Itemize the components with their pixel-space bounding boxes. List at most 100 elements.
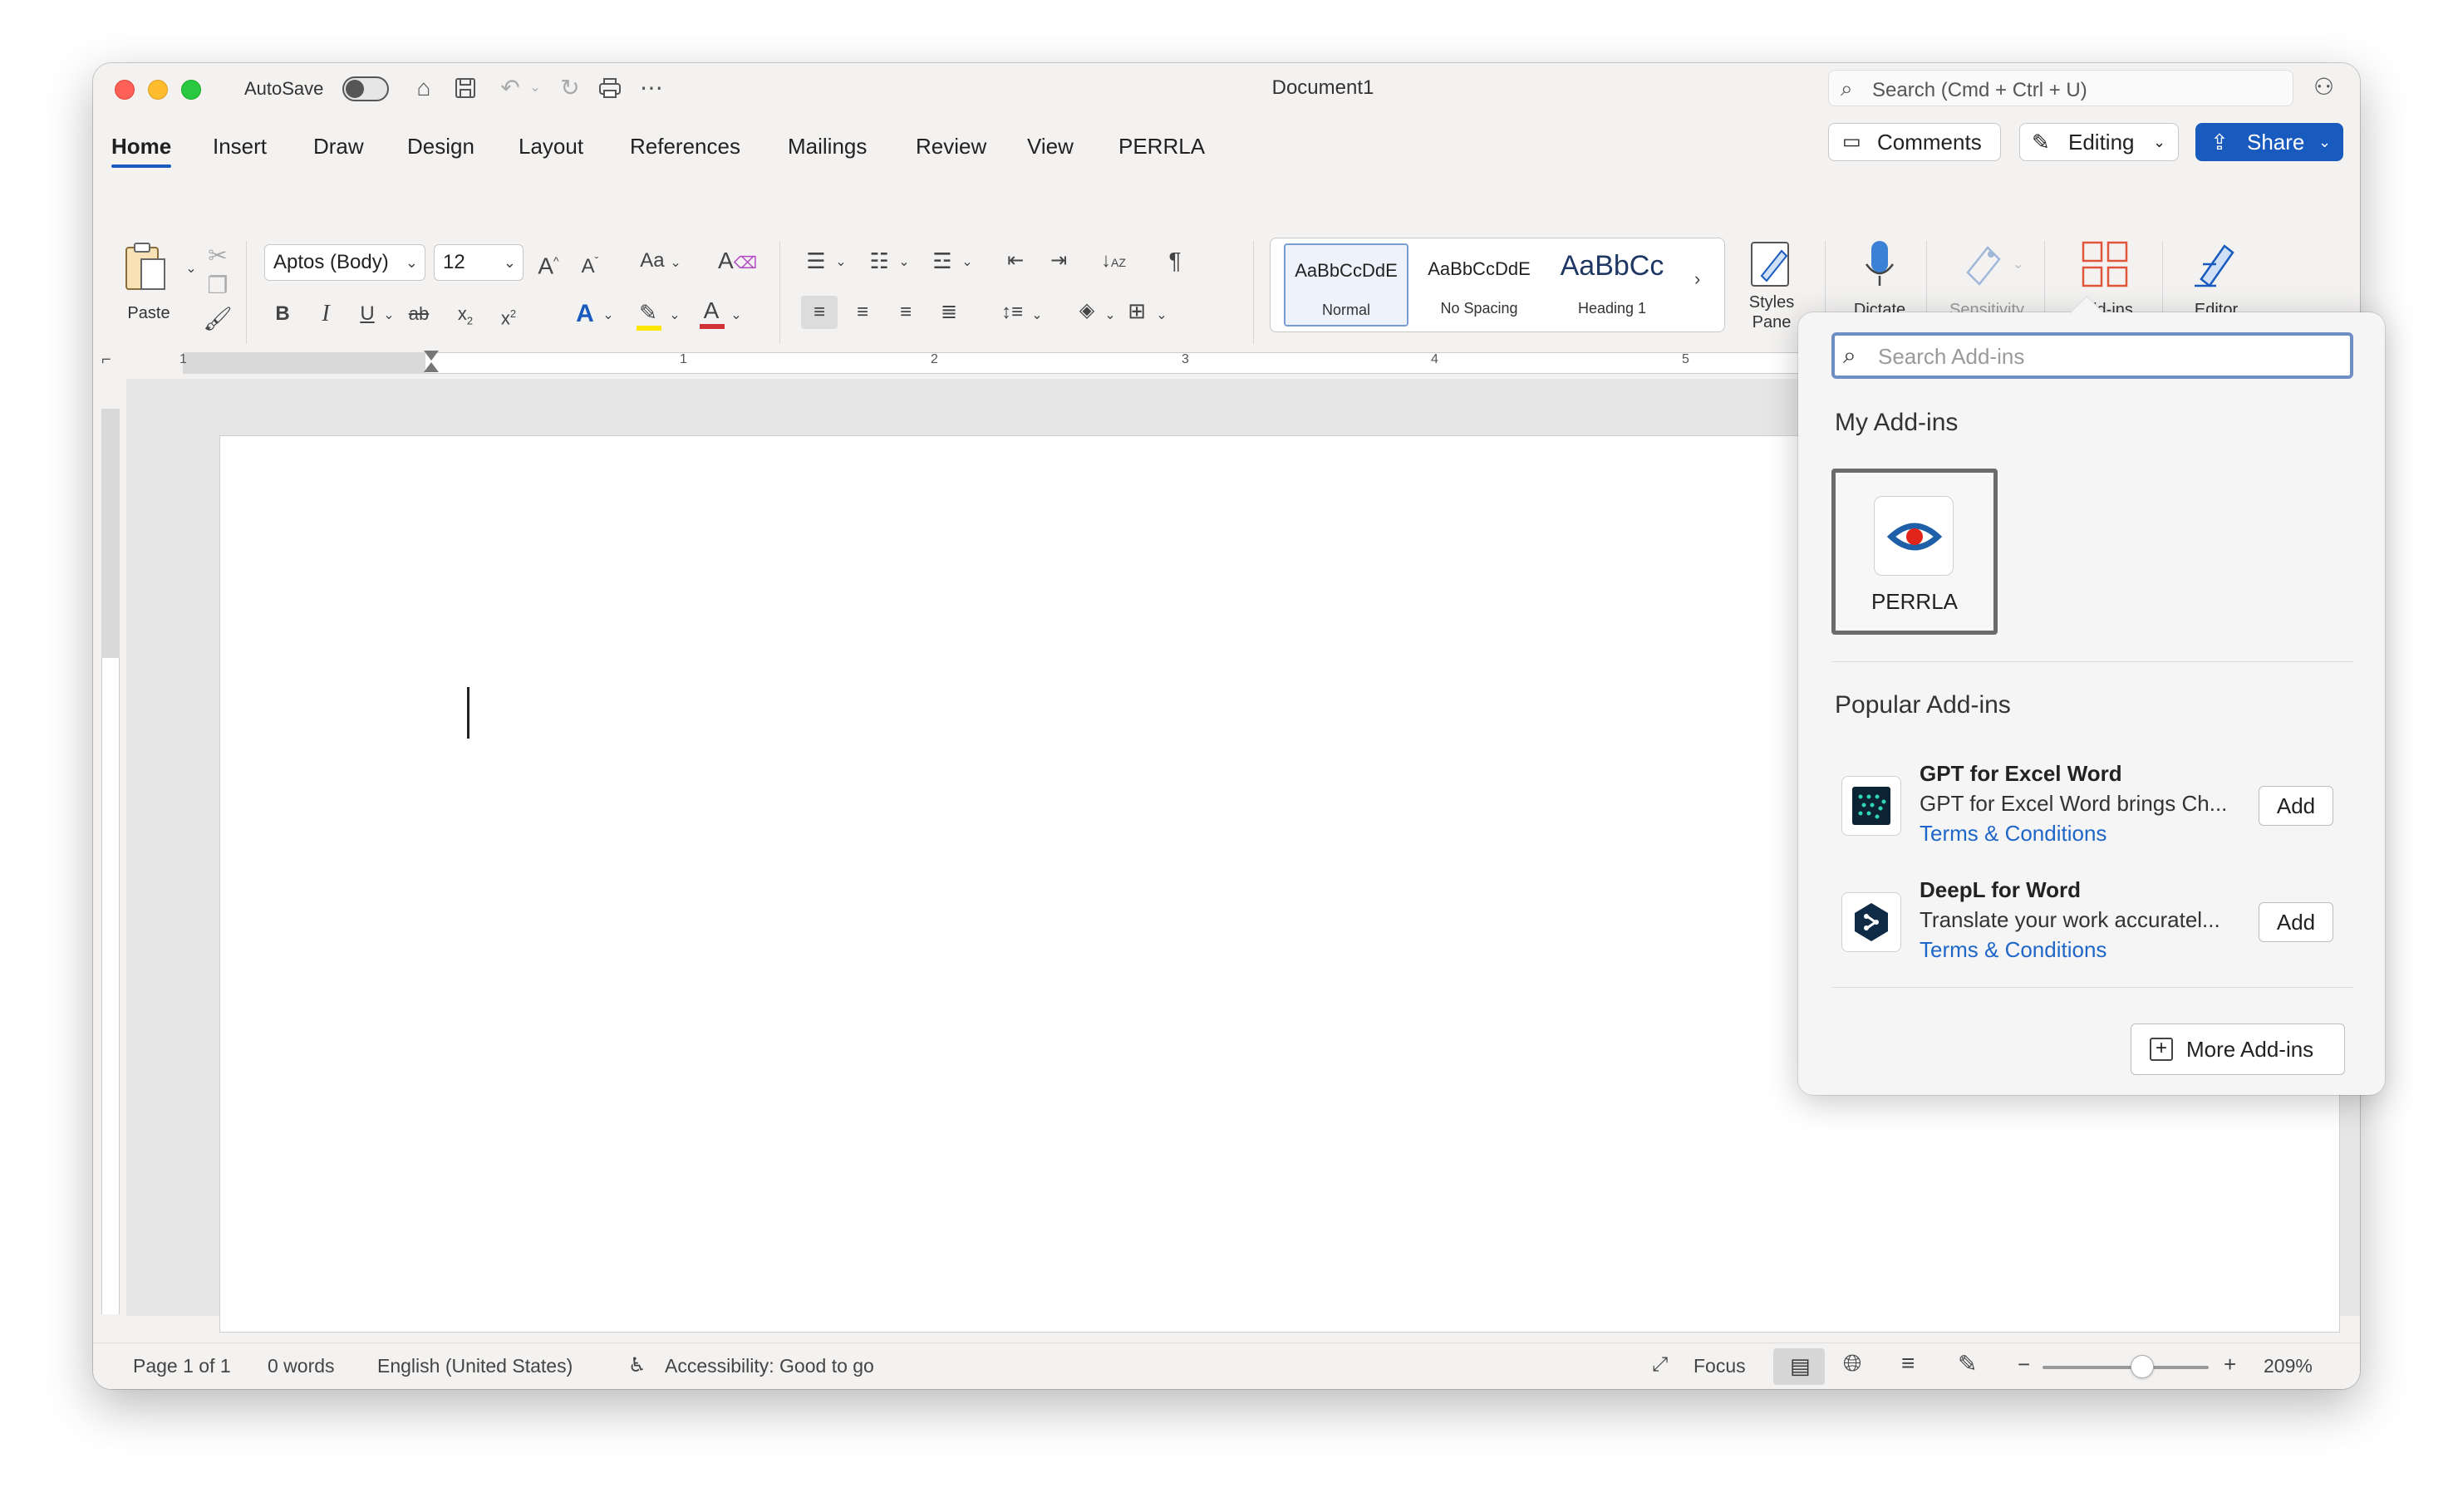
hanging-indent-marker[interactable] xyxy=(424,362,439,372)
comments-button[interactable]: ▭ Comments xyxy=(1828,123,2001,161)
add-deepl-button[interactable]: Add xyxy=(2259,902,2333,942)
autosave-toggle[interactable] xyxy=(342,76,389,101)
zoom-out-button[interactable]: − xyxy=(2018,1352,2030,1377)
sort-icon[interactable]: ↓AZ xyxy=(1097,244,1130,277)
subscript-icon[interactable]: x2 xyxy=(450,297,480,331)
gpt-terms-link[interactable]: Terms & Conditions xyxy=(1920,821,2106,847)
tab-insert[interactable]: Insert xyxy=(213,123,267,169)
close-window-button[interactable] xyxy=(115,80,135,100)
style-no-spacing[interactable]: AaBbCcDdE No Spacing xyxy=(1417,243,1541,326)
font-name-dropdown[interactable]: Aptos (Body) ⌄ xyxy=(264,244,425,281)
decrease-indent-icon[interactable]: ⇤ xyxy=(999,244,1032,277)
text-effects-chevron-icon[interactable]: ⌄ xyxy=(600,299,617,332)
align-right-icon[interactable]: ≡ xyxy=(889,296,922,329)
italic-icon[interactable]: I xyxy=(311,297,341,331)
tab-home[interactable]: Home xyxy=(111,123,172,169)
strikethrough-icon[interactable]: ab xyxy=(402,297,435,331)
underline-options-chevron-icon[interactable]: ⌄ xyxy=(381,299,397,332)
addins-search-input[interactable]: ⌕ Search Add-ins xyxy=(1831,332,2353,379)
tab-selector-icon[interactable]: ⌐ xyxy=(101,351,111,370)
chevron-right-icon[interactable]: › xyxy=(1694,268,1700,290)
paste-options-chevron-icon[interactable]: ⌄ xyxy=(183,253,199,286)
tab-design[interactable]: Design xyxy=(407,123,474,169)
font-color-icon[interactable]: A xyxy=(695,294,728,329)
bold-icon[interactable]: B xyxy=(268,297,297,331)
editing-mode-button[interactable]: ✎ Editing ⌄ xyxy=(2019,123,2179,161)
tab-view[interactable]: View xyxy=(1027,123,1074,169)
accessibility-icon[interactable]: ♿ xyxy=(628,1353,646,1377)
share-button[interactable]: ⇪ Share ⌄ xyxy=(2195,123,2343,161)
multilevel-chevron-icon[interactable]: ⌄ xyxy=(959,246,976,279)
show-formatting-marks-icon[interactable]: ¶ xyxy=(1158,244,1192,277)
numbering-chevron-icon[interactable]: ⌄ xyxy=(896,246,912,279)
style-heading-1[interactable]: AaBbCc Heading 1 xyxy=(1550,243,1674,326)
justify-icon[interactable]: ≣ xyxy=(932,296,966,329)
minimize-window-button[interactable] xyxy=(148,80,168,100)
save-icon[interactable] xyxy=(450,73,480,103)
home-icon[interactable]: ⌂ xyxy=(409,73,439,103)
word-count[interactable]: 0 words xyxy=(268,1355,335,1377)
increase-indent-icon[interactable]: ⇥ xyxy=(1042,244,1075,277)
zoom-slider-thumb[interactable] xyxy=(2131,1355,2154,1378)
focus-icon[interactable]: ⤢ xyxy=(1652,1353,1668,1377)
line-spacing-chevron-icon[interactable]: ⌄ xyxy=(1029,299,1045,332)
borders-chevron-icon[interactable]: ⌄ xyxy=(1153,299,1170,332)
tab-references[interactable]: References xyxy=(630,123,740,169)
share-people-icon[interactable]: ⚇ xyxy=(2313,73,2334,101)
borders-icon[interactable]: ⊞ xyxy=(1120,294,1153,327)
line-spacing-icon[interactable]: ↕≡ xyxy=(995,296,1029,329)
multilevel-list-icon[interactable]: ☲ xyxy=(926,244,959,277)
zoom-in-button[interactable]: + xyxy=(2224,1352,2236,1377)
tab-layout[interactable]: Layout xyxy=(519,123,583,169)
accessibility-status[interactable]: Accessibility: Good to go xyxy=(665,1355,874,1377)
vertical-ruler[interactable] xyxy=(93,379,126,1316)
redo-icon[interactable]: ↻ xyxy=(555,73,585,103)
undo-dropdown-icon[interactable]: ⌄ xyxy=(520,73,550,103)
outline-view-icon[interactable]: ≡ xyxy=(1901,1350,1915,1377)
cut-icon[interactable]: ✂ xyxy=(201,239,234,272)
style-normal[interactable]: AaBbCcDdE Normal xyxy=(1284,243,1408,326)
text-effects-icon[interactable]: A xyxy=(570,297,600,331)
zoom-slider-track[interactable] xyxy=(2043,1366,2209,1369)
perrla-addin-tile[interactable]: PERRLA xyxy=(1831,469,1998,635)
clear-formatting-icon[interactable]: A⌫ xyxy=(718,244,757,277)
highlight-chevron-icon[interactable]: ⌄ xyxy=(666,299,683,332)
superscript-icon[interactable]: x2 xyxy=(494,297,524,331)
draft-view-icon[interactable]: ✎ xyxy=(1958,1350,1977,1377)
shading-chevron-icon[interactable]: ⌄ xyxy=(1102,299,1118,332)
tab-review[interactable]: Review xyxy=(916,123,986,169)
deepl-terms-link[interactable]: Terms & Conditions xyxy=(1920,937,2106,963)
zoom-window-button[interactable] xyxy=(181,80,201,100)
change-case-button[interactable]: Aa ⌄ xyxy=(632,244,690,277)
increase-font-size-icon[interactable]: A^ xyxy=(530,244,567,278)
add-gpt-button[interactable]: Add xyxy=(2259,786,2333,826)
align-center-icon[interactable]: ≡ xyxy=(846,296,879,329)
more-addins-button[interactable]: + More Add-ins xyxy=(2131,1024,2345,1075)
search-bar[interactable]: ⌕ Search (Cmd + Ctrl + U) xyxy=(1828,70,2293,106)
numbering-icon[interactable]: ☷ xyxy=(863,244,896,277)
tab-mailings[interactable]: Mailings xyxy=(788,123,867,169)
align-left-icon[interactable]: ≡ xyxy=(801,296,838,329)
copy-icon[interactable]: ❐ xyxy=(201,269,234,302)
bullets-icon[interactable]: ☰ xyxy=(799,244,833,277)
print-icon[interactable] xyxy=(595,73,625,103)
tab-draw[interactable]: Draw xyxy=(313,123,364,169)
decrease-font-size-icon[interactable]: Aˇ xyxy=(572,244,608,277)
font-size-dropdown[interactable]: 12 ⌄ xyxy=(434,244,524,281)
web-layout-globe-icon[interactable]: 🌐︎ xyxy=(1843,1350,1861,1377)
more-commands-icon[interactable]: ⋯ xyxy=(637,73,666,103)
page-count[interactable]: Page 1 of 1 xyxy=(133,1355,231,1377)
zoom-level[interactable]: 209% xyxy=(2264,1355,2313,1377)
bullets-chevron-icon[interactable]: ⌄ xyxy=(833,246,849,279)
font-color-chevron-icon[interactable]: ⌄ xyxy=(728,299,745,332)
format-painter-icon[interactable]: 🖌 xyxy=(201,302,234,336)
print-layout-button[interactable]: ▤ xyxy=(1773,1348,1825,1385)
focus-button[interactable]: Focus xyxy=(1694,1355,1746,1377)
language-status[interactable]: English (United States) xyxy=(377,1355,573,1377)
highlight-color-icon[interactable]: ✎ xyxy=(632,296,665,331)
shading-icon[interactable]: ◈ xyxy=(1070,294,1104,327)
tab-perrla[interactable]: PERRLA xyxy=(1118,123,1205,169)
underline-icon[interactable]: U xyxy=(352,297,382,331)
first-line-indent-marker[interactable] xyxy=(424,351,439,361)
paste-button[interactable]: Paste xyxy=(111,241,186,332)
